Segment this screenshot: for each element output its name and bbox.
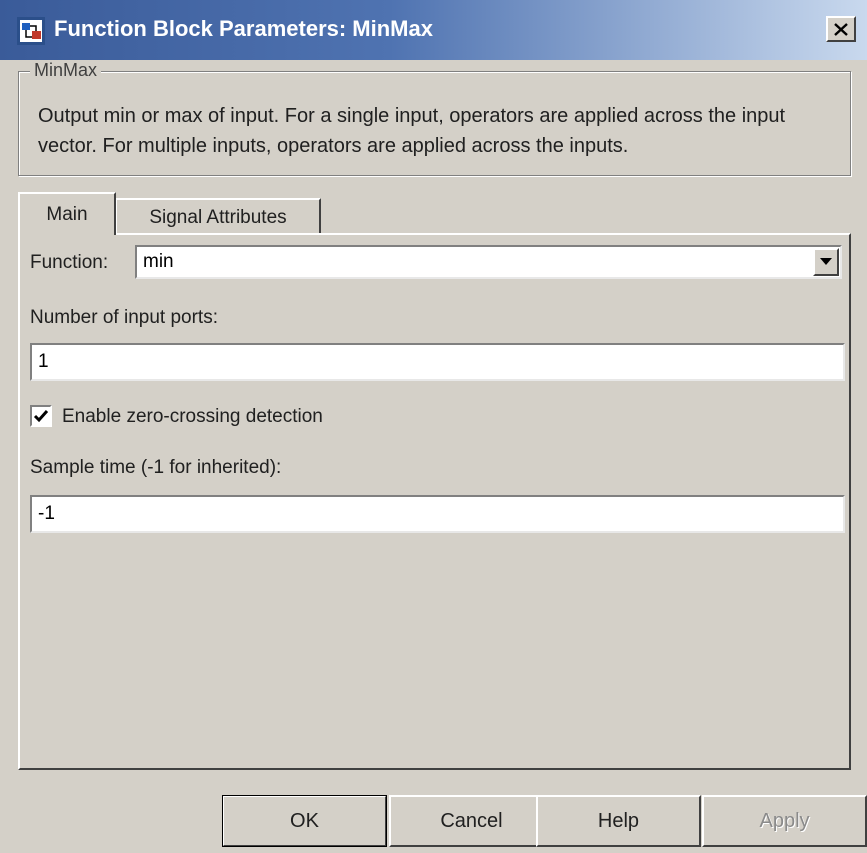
num-inputs-label: Number of input ports: (30, 307, 218, 328)
tab-main[interactable]: Main (18, 192, 116, 235)
sample-time-field[interactable] (30, 495, 845, 533)
dialog-window: Function Block Parameters: MinMax MinMax… (0, 0, 867, 853)
zero-crossing-checkbox[interactable] (30, 405, 52, 427)
num-inputs-field[interactable] (30, 343, 845, 381)
block-description: Output min or max of input. For a single… (38, 105, 786, 157)
groupbox-legend: MinMax (30, 60, 102, 81)
checkmark-icon (33, 410, 49, 423)
apply-button[interactable]: Apply (702, 795, 867, 847)
close-button[interactable] (826, 16, 856, 42)
function-selected-value: min (143, 251, 174, 272)
cancel-button[interactable]: Cancel (389, 795, 554, 847)
function-dropdown-button[interactable] (813, 248, 839, 276)
window-title: Function Block Parameters: MinMax (54, 16, 433, 41)
simulink-app-icon (17, 17, 45, 45)
sample-time-label: Sample time (-1 for inherited): (30, 457, 282, 478)
function-select[interactable]: min (135, 245, 842, 279)
title-bar[interactable]: Function Block Parameters: MinMax (0, 0, 867, 60)
chevron-down-icon (820, 258, 832, 265)
zero-crossing-label[interactable]: Enable zero-crossing detection (62, 406, 323, 428)
help-button[interactable]: Help (536, 795, 701, 847)
ok-button[interactable]: OK (222, 795, 387, 847)
function-label: Function: (30, 252, 109, 273)
tab-signal-attributes[interactable]: Signal Attributes (115, 198, 321, 235)
close-icon (834, 22, 848, 36)
